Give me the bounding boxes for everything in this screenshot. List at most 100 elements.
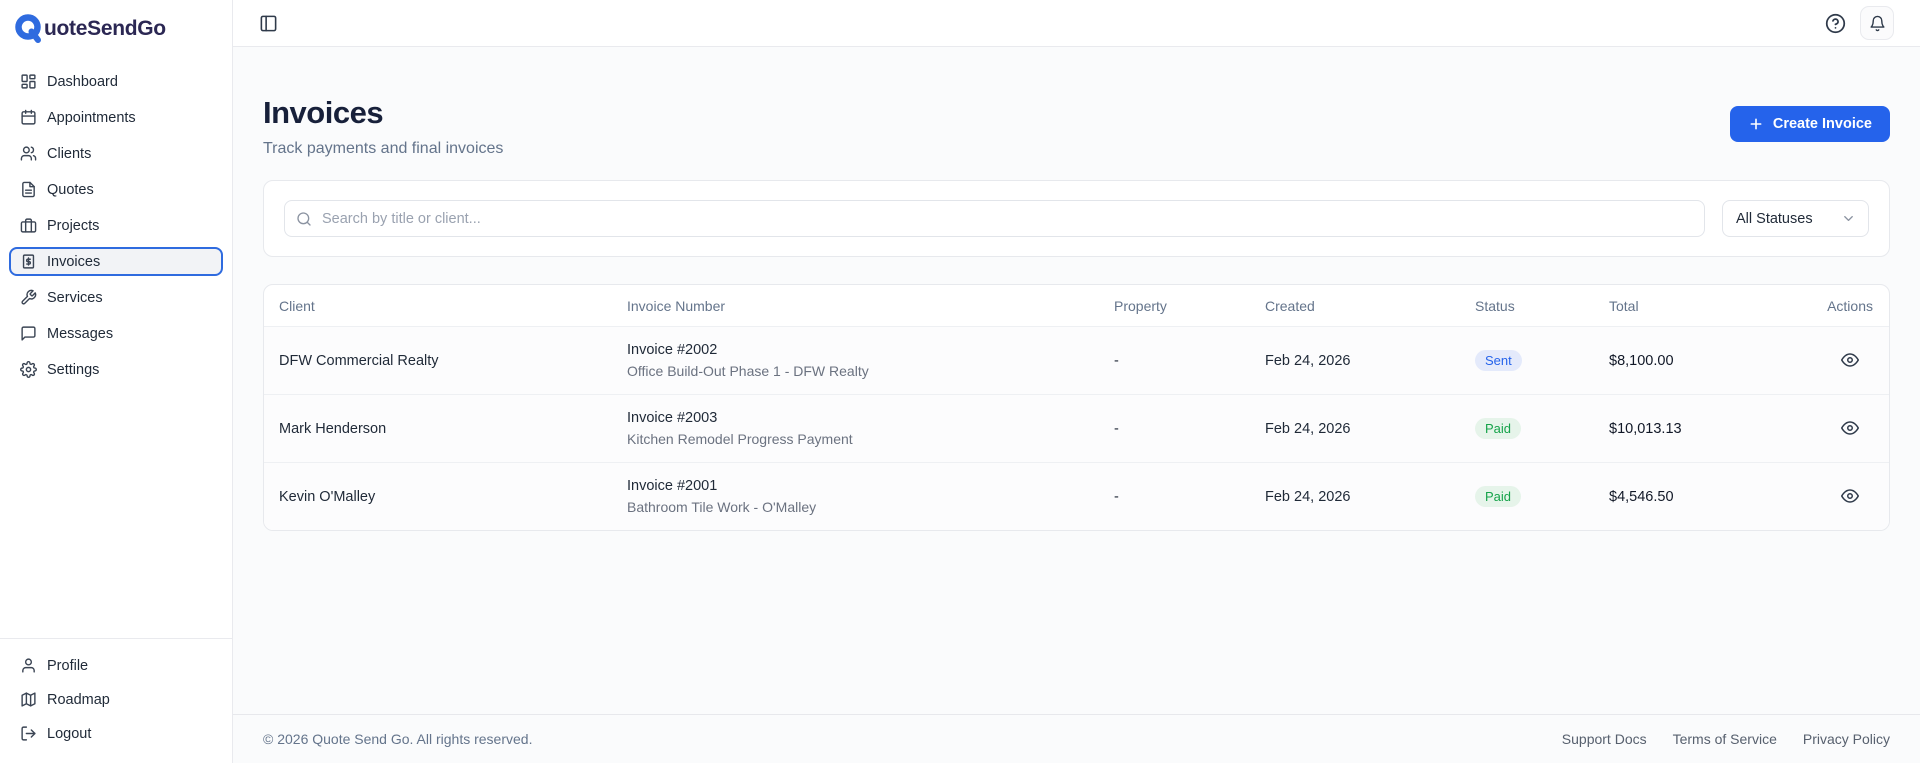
wrench-icon (20, 289, 37, 306)
footer-link-terms[interactable]: Terms of Service (1673, 731, 1777, 747)
invoice-number: Invoice #2001 (627, 478, 1082, 494)
dashboard-icon (20, 73, 37, 90)
topbar-actions (1825, 6, 1894, 40)
help-circle-icon (1825, 13, 1846, 34)
column-header-property: Property (1098, 285, 1249, 327)
column-header-total: Total (1593, 285, 1761, 327)
view-invoice-button[interactable] (1839, 349, 1861, 371)
view-invoice-button[interactable] (1839, 485, 1861, 507)
briefcase-icon (20, 217, 37, 234)
sidebar-item-dashboard[interactable]: Dashboard (9, 67, 223, 96)
page-footer: © 2026 Quote Send Go. All rights reserve… (233, 714, 1920, 763)
create-invoice-label: Create Invoice (1773, 116, 1872, 132)
invoice-number: Invoice #2003 (627, 410, 1082, 426)
column-header-client: Client (264, 285, 611, 327)
sidebar-item-appointments[interactable]: Appointments (9, 103, 223, 132)
help-button[interactable] (1825, 13, 1846, 34)
invoice-row[interactable]: DFW Commercial Realty Invoice #2002 Offi… (264, 327, 1889, 395)
invoice-client: DFW Commercial Realty (264, 327, 611, 395)
invoice-number-cell: Invoice #2001 Bathroom Tile Work - O'Mal… (611, 463, 1098, 531)
sidebar-nav: Dashboard Appointments Clients Quotes Pr… (0, 53, 232, 638)
invoice-row[interactable]: Kevin O'Malley Invoice #2001 Bathroom Ti… (264, 463, 1889, 531)
search-wrap (284, 200, 1705, 237)
invoice-icon (20, 253, 37, 270)
invoice-actions-cell (1761, 463, 1889, 531)
invoice-number-cell: Invoice #2002 Office Build-Out Phase 1 -… (611, 327, 1098, 395)
panel-left-icon (259, 14, 278, 33)
sidebar-item-messages[interactable]: Messages (9, 319, 223, 348)
sidebar-item-label: Projects (47, 218, 99, 234)
sidebar-item-quotes[interactable]: Quotes (9, 175, 223, 204)
view-invoice-button[interactable] (1839, 417, 1861, 439)
invoice-created: Feb 24, 2026 (1249, 395, 1459, 463)
search-input[interactable] (284, 200, 1705, 237)
invoice-client: Mark Henderson (264, 395, 611, 463)
status-filter-select[interactable]: All Statuses (1722, 200, 1869, 237)
invoice-status-cell: Paid (1459, 395, 1593, 463)
brand-name: uoteSendGo (44, 17, 166, 41)
invoice-property: - (1098, 327, 1249, 395)
create-invoice-button[interactable]: Create Invoice (1730, 106, 1890, 142)
brand-logo[interactable]: uoteSendGo (0, 0, 232, 53)
invoice-row[interactable]: Mark Henderson Invoice #2003 Kitchen Rem… (264, 395, 1889, 463)
logout-icon (20, 725, 37, 742)
sidebar-toggle-button[interactable] (259, 14, 278, 33)
sidebar-item-label: Invoices (47, 254, 100, 270)
sidebar-item-invoices[interactable]: Invoices (9, 247, 223, 276)
invoice-actions-cell (1761, 327, 1889, 395)
sidebar-item-logout[interactable]: Logout (9, 719, 223, 748)
sidebar-item-label: Appointments (47, 110, 136, 126)
eye-icon (1841, 487, 1859, 505)
invoice-title: Office Build-Out Phase 1 - DFW Realty (627, 363, 1082, 379)
page-header: Invoices Track payments and final invoic… (263, 95, 1890, 158)
column-header-status: Status (1459, 285, 1593, 327)
sidebar-item-label: Messages (47, 326, 113, 342)
footer-link-privacy[interactable]: Privacy Policy (1803, 731, 1890, 747)
sidebar-item-label: Clients (47, 146, 91, 162)
eye-icon (1841, 351, 1859, 369)
invoice-status-badge: Paid (1475, 418, 1521, 439)
page-subtitle: Track payments and final invoices (263, 140, 503, 158)
main-area: Invoices Track payments and final invoic… (233, 0, 1920, 763)
invoice-status-badge: Paid (1475, 486, 1521, 507)
sidebar-item-label: Services (47, 290, 103, 306)
sidebar-item-clients[interactable]: Clients (9, 139, 223, 168)
invoice-status-cell: Paid (1459, 463, 1593, 531)
sidebar-item-services[interactable]: Services (9, 283, 223, 312)
map-icon (20, 691, 37, 708)
sidebar-item-projects[interactable]: Projects (9, 211, 223, 240)
sidebar-item-label: Dashboard (47, 74, 118, 90)
chevron-down-icon (1841, 211, 1856, 226)
sidebar: uoteSendGo Dashboard Appointments Client… (0, 0, 233, 763)
calendar-icon (20, 109, 37, 126)
sidebar-item-label: Logout (47, 726, 91, 742)
invoice-status-cell: Sent (1459, 327, 1593, 395)
bell-icon (1869, 15, 1886, 32)
gear-icon (20, 361, 37, 378)
invoice-total: $4,546.50 (1593, 463, 1761, 531)
sidebar-item-roadmap[interactable]: Roadmap (9, 685, 223, 714)
table-header-row: Client Invoice Number Property Created S… (264, 285, 1889, 327)
invoice-actions-cell (1761, 395, 1889, 463)
invoice-client: Kevin O'Malley (264, 463, 611, 531)
invoice-total: $10,013.13 (1593, 395, 1761, 463)
sidebar-item-settings[interactable]: Settings (9, 355, 223, 384)
content: Invoices Track payments and final invoic… (233, 47, 1920, 714)
invoice-created: Feb 24, 2026 (1249, 463, 1459, 531)
invoice-property: - (1098, 395, 1249, 463)
plus-icon (1748, 116, 1764, 132)
sidebar-item-profile[interactable]: Profile (9, 651, 223, 680)
notifications-button[interactable] (1860, 6, 1894, 40)
user-icon (20, 657, 37, 674)
status-filter-value: All Statuses (1736, 211, 1813, 227)
column-header-created: Created (1249, 285, 1459, 327)
eye-icon (1841, 419, 1859, 437)
invoice-number: Invoice #2002 (627, 342, 1082, 358)
sidebar-item-label: Quotes (47, 182, 94, 198)
invoice-number-cell: Invoice #2003 Kitchen Remodel Progress P… (611, 395, 1098, 463)
topbar (233, 0, 1920, 47)
invoice-title: Bathroom Tile Work - O'Malley (627, 499, 1082, 515)
sidebar-item-label: Profile (47, 658, 88, 674)
column-header-actions: Actions (1761, 285, 1889, 327)
footer-link-support-docs[interactable]: Support Docs (1562, 731, 1647, 747)
